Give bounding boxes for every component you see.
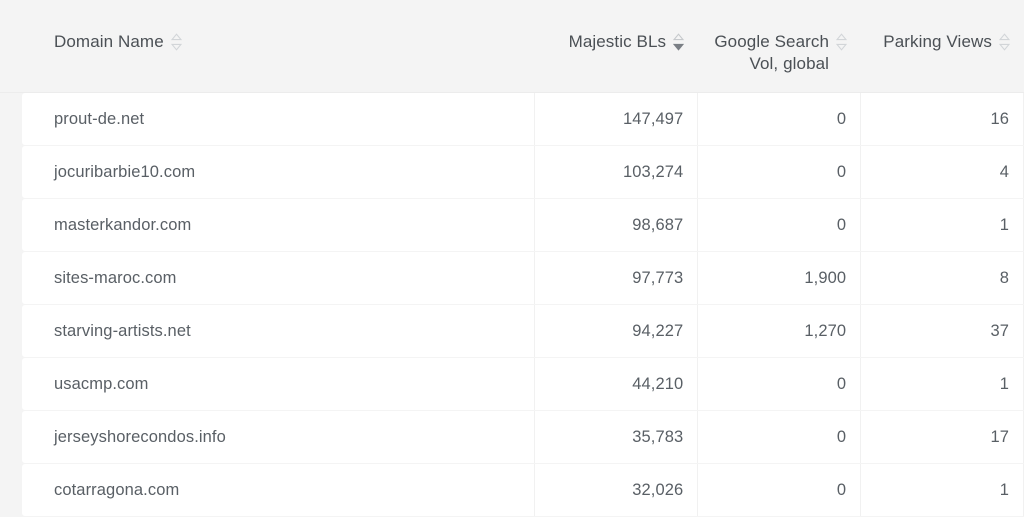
cell-google-search-vol: 0 bbox=[697, 358, 860, 410]
cell-parking-views: 1 bbox=[860, 464, 1023, 516]
sort-updown-icon[interactable] bbox=[170, 33, 182, 51]
cell-parking-views: 16 bbox=[860, 93, 1023, 145]
cell-majestic-bls: 44,210 bbox=[533, 358, 698, 410]
column-header-label: Parking Views bbox=[883, 32, 992, 51]
column-header-parking-views[interactable]: Parking Views bbox=[861, 0, 1024, 53]
cell-majestic-bls: 103,274 bbox=[533, 146, 698, 198]
column-header-majestic-bls[interactable]: Majestic BLs bbox=[534, 0, 698, 53]
table-row[interactable]: usacmp.com 44,210 0 1 bbox=[22, 358, 1024, 411]
cell-majestic-bls: 35,783 bbox=[533, 411, 698, 463]
cell-domain-name: starving-artists.net bbox=[54, 321, 191, 340]
table-row[interactable]: starving-artists.net 94,227 1,270 37 bbox=[22, 305, 1024, 358]
column-header-label: Domain Name bbox=[54, 32, 164, 51]
cell-parking-views: 1 bbox=[860, 358, 1023, 410]
sort-updown-icon[interactable] bbox=[673, 33, 685, 51]
cell-parking-views: 1 bbox=[860, 199, 1023, 251]
table-row[interactable]: cotarragona.com 32,026 0 1 bbox=[22, 464, 1024, 517]
cell-domain-name: usacmp.com bbox=[54, 374, 149, 393]
cell-google-search-vol: 1,900 bbox=[697, 252, 860, 304]
table-body: prout-de.net 147,497 0 16 jocuribarbie10… bbox=[0, 93, 1024, 517]
cell-domain-name: cotarragona.com bbox=[54, 480, 180, 499]
table-row[interactable]: prout-de.net 147,497 0 16 bbox=[22, 93, 1024, 146]
cell-domain-name: sites-maroc.com bbox=[54, 268, 177, 287]
cell-domain-name: jocuribarbie10.com bbox=[54, 162, 196, 181]
cell-google-search-vol: 0 bbox=[697, 93, 860, 145]
cell-parking-views: 17 bbox=[860, 411, 1023, 463]
column-header-label: Google Search Vol, global bbox=[714, 32, 830, 73]
cell-parking-views: 4 bbox=[860, 146, 1023, 198]
cell-domain-name: masterkandor.com bbox=[54, 215, 192, 234]
column-header-domain-name[interactable]: Domain Name bbox=[0, 0, 534, 53]
cell-google-search-vol: 0 bbox=[697, 146, 860, 198]
cell-parking-views: 37 bbox=[860, 305, 1023, 357]
cell-domain-name: jerseyshorecondos.info bbox=[54, 427, 226, 446]
cell-majestic-bls: 147,497 bbox=[533, 93, 698, 145]
cell-google-search-vol: 0 bbox=[697, 464, 860, 516]
cell-majestic-bls: 98,687 bbox=[533, 199, 698, 251]
table-row[interactable]: sites-maroc.com 97,773 1,900 8 bbox=[22, 252, 1024, 305]
sort-updown-icon[interactable] bbox=[998, 33, 1010, 51]
cell-parking-views: 8 bbox=[860, 252, 1023, 304]
column-header-google-search-vol[interactable]: Google Search Vol, global bbox=[698, 0, 861, 75]
cell-google-search-vol: 0 bbox=[697, 411, 860, 463]
table-row[interactable]: jocuribarbie10.com 103,274 0 4 bbox=[22, 146, 1024, 199]
cell-majestic-bls: 94,227 bbox=[533, 305, 698, 357]
cell-google-search-vol: 1,270 bbox=[697, 305, 860, 357]
table-header-row: Domain Name Majestic BLs Google Search V… bbox=[0, 0, 1024, 93]
table-row[interactable]: jerseyshorecondos.info 35,783 0 17 bbox=[22, 411, 1024, 464]
cell-majestic-bls: 32,026 bbox=[533, 464, 698, 516]
cell-google-search-vol: 0 bbox=[697, 199, 860, 251]
sort-updown-icon[interactable] bbox=[836, 33, 848, 51]
cell-majestic-bls: 97,773 bbox=[533, 252, 698, 304]
column-header-label: Majestic BLs bbox=[568, 32, 667, 51]
cell-domain-name: prout-de.net bbox=[54, 109, 145, 128]
results-table: Domain Name Majestic BLs Google Search V… bbox=[0, 0, 1024, 517]
table-row[interactable]: masterkandor.com 98,687 0 1 bbox=[22, 199, 1024, 252]
